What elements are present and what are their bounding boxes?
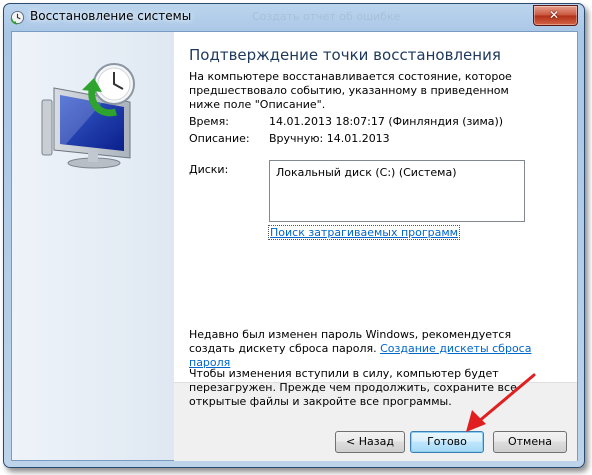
disks-list[interactable]: Локальный диск (C:) (Система) — [269, 160, 525, 222]
password-note: Недавно был изменен пароль Windows, реко… — [189, 328, 534, 370]
title-bar[interactable]: Восстановление системы Создать отчет об … — [4, 4, 584, 31]
wizard-client-area: Подтверждение точки восстановления На ко… — [11, 31, 578, 461]
window-title: Восстановление системы — [30, 9, 192, 23]
page-heading: Подтверждение точки восстановления — [189, 46, 501, 64]
description-label: Описание: — [189, 132, 250, 145]
system-restore-app-icon — [10, 10, 25, 25]
close-button[interactable]: ✕ — [533, 5, 578, 26]
close-icon: ✕ — [549, 8, 560, 22]
search-affected-programs-link[interactable]: Поиск затрагиваемых программ — [268, 225, 460, 240]
time-value: 14.01.2013 18:07:17 (Финляндия (зима)) — [269, 115, 504, 128]
description-value: Вручную: 14.01.2013 — [269, 132, 390, 145]
computer-restore-icon — [41, 63, 135, 169]
description-text: На компьютере восстанавливается состояни… — [189, 70, 512, 111]
system-restore-window: Восстановление системы Создать отчет об … — [3, 3, 585, 468]
back-button[interactable]: < Назад — [335, 431, 405, 453]
wizard-side-panel — [12, 32, 174, 460]
red-arrow-annotation-icon — [466, 373, 536, 432]
background-window-title: Создать отчет об ошибке — [252, 10, 401, 23]
disk-item: Локальный диск (C:) (Система) — [276, 166, 457, 179]
time-label: Время: — [189, 115, 229, 128]
disks-label: Диски: — [189, 163, 229, 176]
